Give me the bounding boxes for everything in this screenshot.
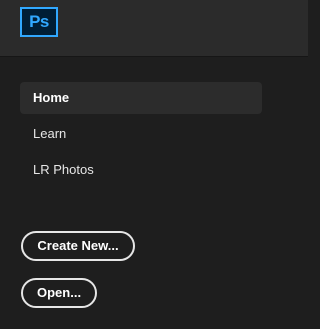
sidebar-item-learn[interactable]: Learn	[20, 118, 262, 150]
sidebar-item-home[interactable]: Home	[20, 82, 262, 114]
create-new-button[interactable]: Create New...	[21, 231, 135, 261]
sidebar-item-lr-photos[interactable]: LR Photos	[20, 154, 262, 186]
app-window: Ps Home Learn LR Photos Create New... Op…	[0, 0, 308, 329]
photoshop-logo-icon: Ps	[20, 7, 58, 37]
top-bar: Ps	[0, 0, 308, 57]
sidebar-nav: Home Learn LR Photos	[20, 82, 262, 190]
open-button[interactable]: Open...	[21, 278, 97, 308]
